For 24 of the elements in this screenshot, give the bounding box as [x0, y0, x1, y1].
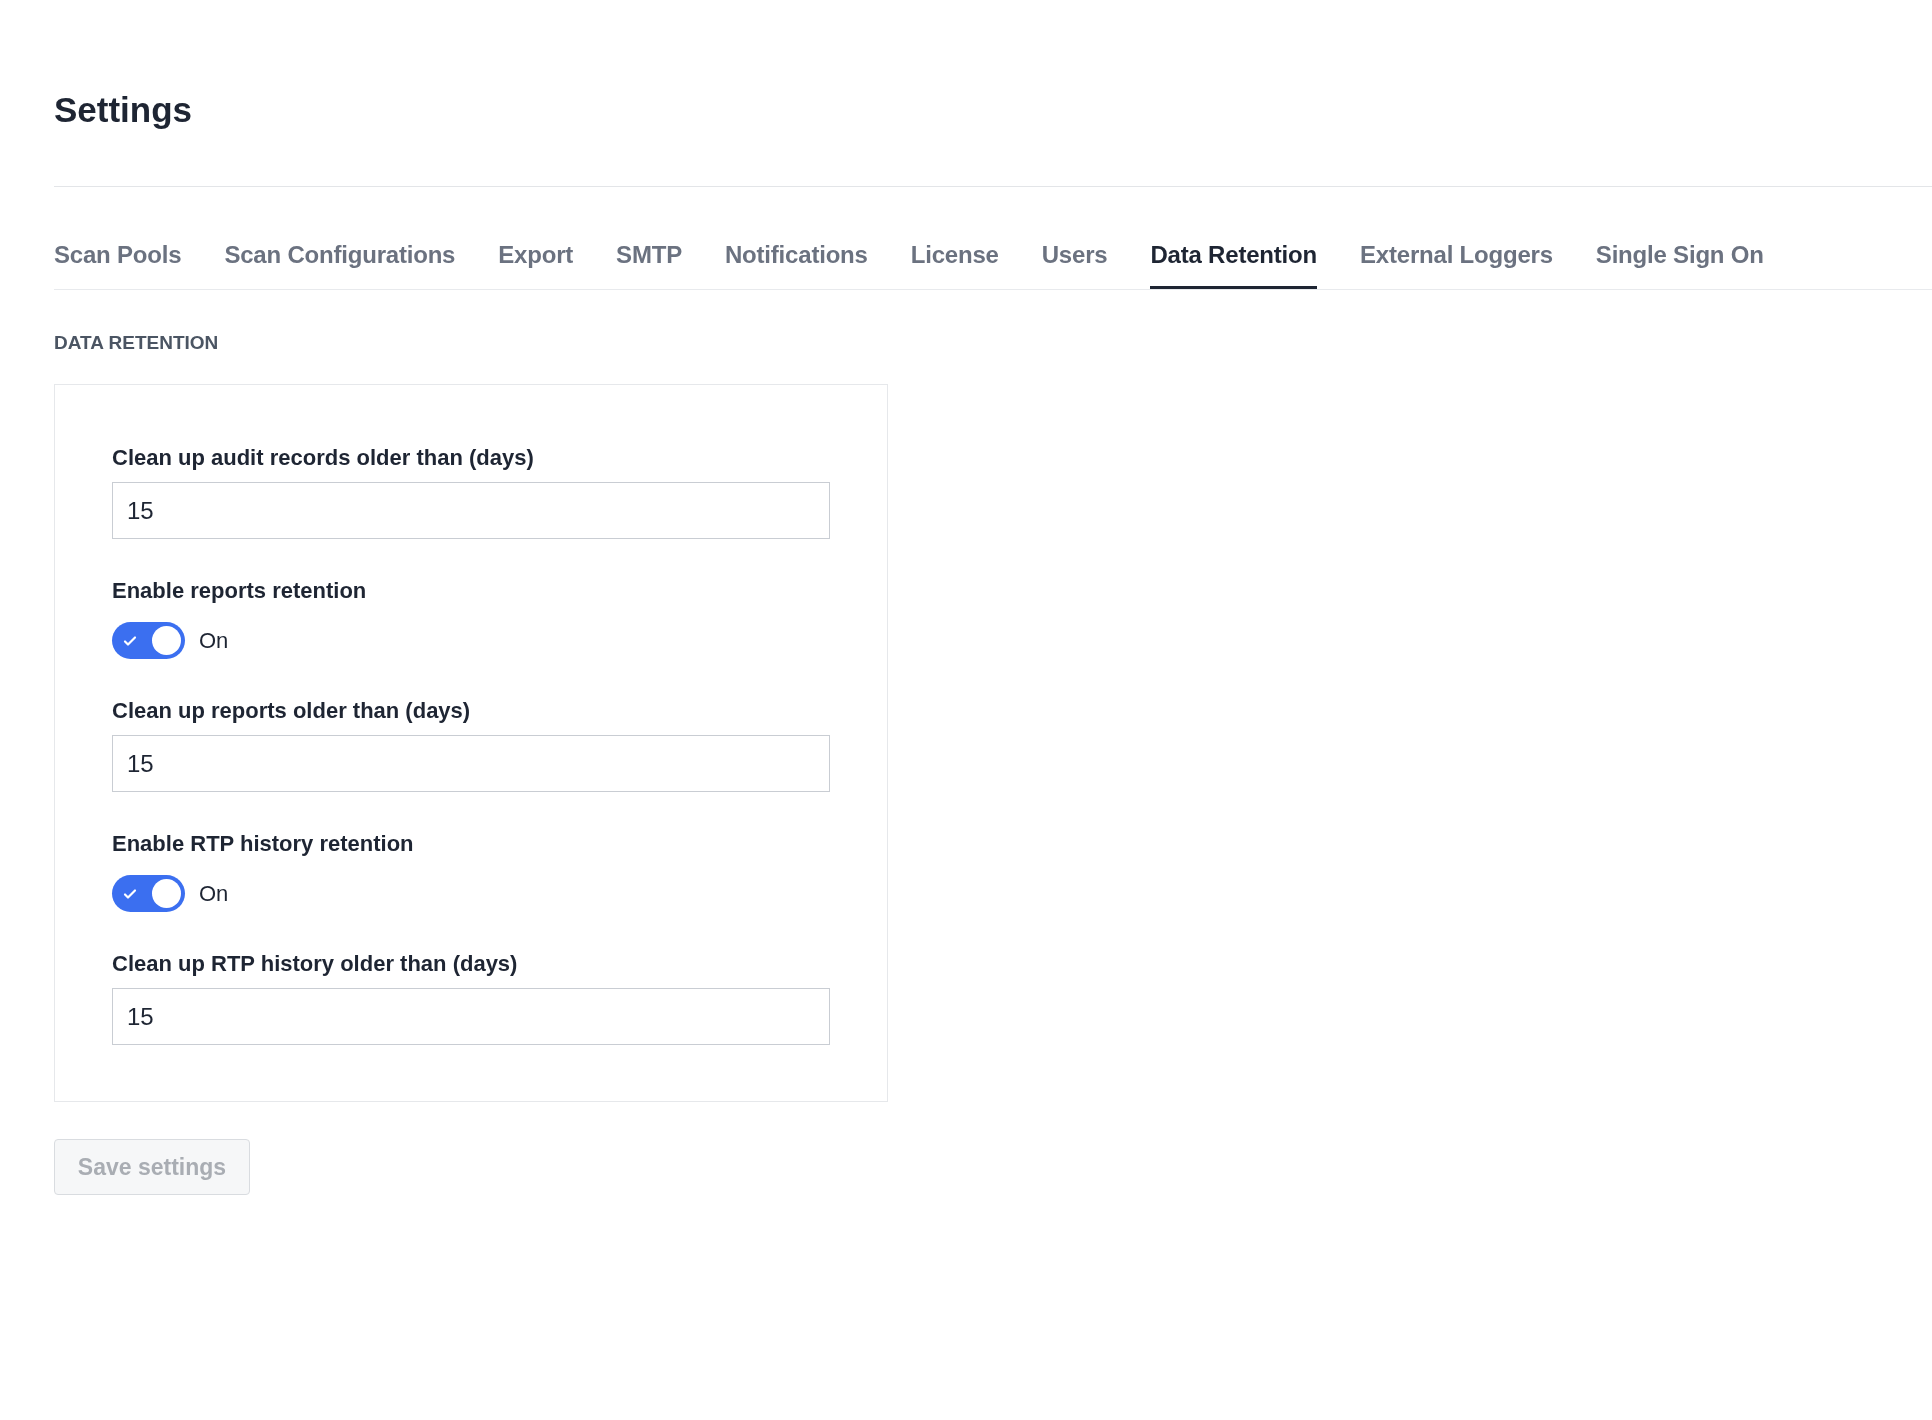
tab[interactable]: Scan Pools [54, 241, 182, 289]
toggle-state-label: On [199, 880, 229, 907]
input-field[interactable]: 15 [112, 482, 830, 539]
tab[interactable]: License [910, 241, 999, 289]
field-label: Enable reports retention [112, 578, 368, 604]
input-field[interactable]: 15 [112, 735, 830, 792]
field-label: Clean up reports older than (days) [112, 698, 472, 724]
toggle-switch[interactable] [112, 875, 185, 912]
tab[interactable]: Notifications [724, 241, 868, 289]
tab[interactable]: Data Retention [1150, 241, 1317, 289]
tab[interactable]: Export [498, 241, 574, 289]
toggle-switch[interactable] [112, 622, 185, 659]
tab[interactable]: Scan Configurations [224, 241, 456, 289]
field-label: Enable RTP history retention [112, 831, 415, 857]
field-label: Clean up RTP history older than (days) [112, 951, 519, 977]
page-title: Settings [54, 89, 194, 131]
field-label: Clean up audit records older than (days) [112, 445, 535, 471]
toggle-state-label: On [199, 627, 229, 654]
section-heading: DATA RETENTION [54, 332, 220, 354]
input-field[interactable]: 15 [112, 988, 830, 1045]
tab[interactable]: Users [1041, 241, 1108, 289]
tab[interactable]: SMTP [616, 241, 682, 289]
tab[interactable]: Single Sign On [1595, 241, 1764, 289]
tab[interactable]: External Loggers [1360, 241, 1553, 289]
